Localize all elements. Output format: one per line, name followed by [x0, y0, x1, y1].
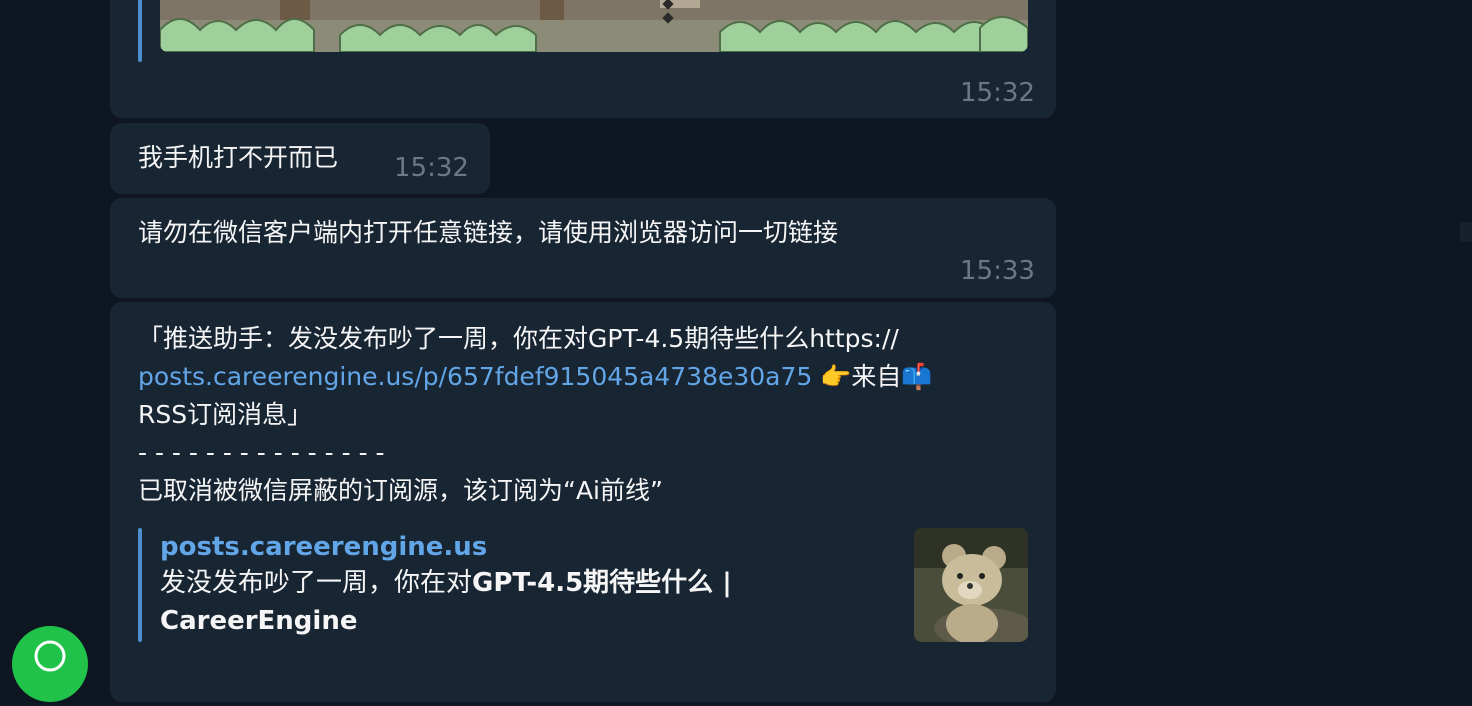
reply-quote-bar [138, 0, 142, 62]
chat-bubble-icon [34, 640, 66, 672]
teddy-bear-photo-icon [914, 528, 1028, 642]
message-text: 请勿在微信客户端内打开任意链接，请使用浏览器访问一切链接 [138, 218, 839, 247]
message-link-post-bubble[interactable]: 「推送助手：发没发布吵了一周，你在对GPT-4.5期待些什么https:// p… [110, 302, 1056, 702]
message-link-line: posts.careerengine.us/p/657fdef915045a47… [138, 358, 933, 396]
message-bubble[interactable]: 请勿在微信客户端内打开任意链接，请使用浏览器访问一切链接 15:33 [110, 198, 1056, 298]
game-image-preview[interactable] [160, 0, 1028, 52]
message-image-bubble[interactable]: 15:32 [110, 0, 1056, 118]
pixel-game-screenshot-icon [160, 0, 1028, 52]
message-timestamp: 15:33 [960, 256, 1035, 286]
link-suffix-text: 👉来自📫 [812, 362, 933, 391]
message-divider: - - - - - - - - - - - - - - - [138, 438, 385, 467]
link-preview-description: 发没发布吵了一周，你在对GPT-4.5期待些什么 | CareerEngine [160, 564, 732, 640]
message-text-line: 「推送助手：发没发布吵了一周，你在对GPT-4.5期待些什么https:// [138, 324, 899, 353]
preview-desc-bold: GPT-4.5期待些什么 | [472, 568, 732, 598]
preview-desc-prefix: 发没发布吵了一周，你在对 [160, 568, 473, 598]
message-bubble[interactable]: 我手机打不开而已 15:32 [110, 123, 490, 194]
chat-area: 15:32 我手机打不开而已 15:32 请勿在微信客户端内打开任意链接，请使用… [0, 0, 1472, 702]
preview-desc-line2: CareerEngine [160, 606, 358, 636]
link-preview-thumbnail[interactable] [914, 528, 1028, 642]
message-timestamp: 15:32 [394, 153, 469, 183]
message-text-line: 已取消被微信屏蔽的订阅源，该订阅为“Ai前线” [138, 476, 663, 505]
whatsapp-icon[interactable] [12, 626, 88, 702]
message-text: 我手机打不开而已 [138, 143, 339, 172]
link-preview-site[interactable]: posts.careerengine.us [160, 532, 487, 562]
link-preview-bar [138, 528, 142, 642]
scrollbar-thumb[interactable] [1460, 222, 1472, 242]
post-link[interactable]: posts.careerengine.us/p/657fdef915045a47… [138, 362, 812, 391]
message-text-line: RSS订阅消息」 [138, 400, 313, 429]
message-timestamp: 15:32 [960, 78, 1035, 108]
